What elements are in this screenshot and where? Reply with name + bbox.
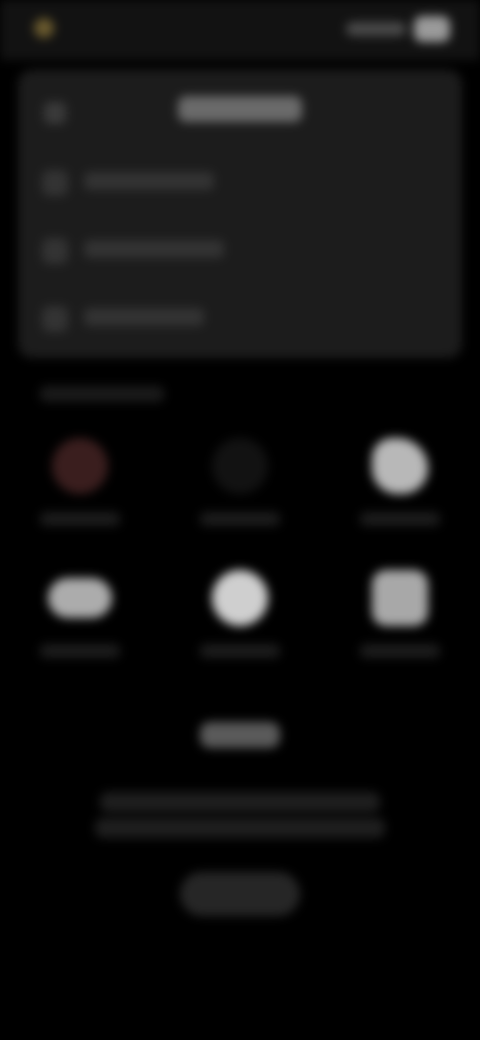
screen <box>0 0 480 1040</box>
dark-circle-icon <box>212 438 268 494</box>
list-icon <box>42 306 68 332</box>
bottom-button[interactable] <box>180 872 300 916</box>
battery-icon <box>414 16 450 42</box>
app-dot-icon <box>34 18 54 38</box>
settings-row-1[interactable] <box>18 154 462 214</box>
settings-row-2[interactable] <box>18 222 462 282</box>
back-icon[interactable] <box>44 102 66 124</box>
section-label <box>40 386 164 402</box>
signal-icon <box>346 22 406 36</box>
bottom-heading <box>200 722 280 748</box>
grid-item-label <box>40 512 120 526</box>
list-icon <box>42 170 68 196</box>
grid-item-label <box>360 644 440 658</box>
grid-item-1[interactable] <box>20 428 140 548</box>
grid-item-label <box>200 644 280 658</box>
bottom-text-line-1 <box>100 792 380 812</box>
grid-item-label <box>360 512 440 526</box>
grid-item-label <box>200 512 280 526</box>
grid-item-2[interactable] <box>180 428 300 548</box>
red-circle-icon <box>52 438 108 494</box>
settings-row-3[interactable] <box>18 290 462 350</box>
bottom-text-line-2 <box>95 818 385 838</box>
square-icon <box>372 570 428 626</box>
grid-item-6[interactable] <box>340 560 460 680</box>
grid-item-label <box>40 644 120 658</box>
grid-item-5[interactable] <box>180 560 300 680</box>
grid-item-4[interactable] <box>20 560 140 680</box>
settings-row-label <box>84 172 214 190</box>
settings-row-label <box>84 308 204 326</box>
page-title <box>178 96 302 122</box>
list-icon <box>42 238 68 264</box>
status-bar <box>0 0 480 60</box>
cloud-icon <box>48 578 112 618</box>
settings-card <box>18 70 462 358</box>
grid-item-3[interactable] <box>340 428 460 548</box>
status-right <box>346 16 450 42</box>
settings-row-label <box>84 240 224 258</box>
brush-icon <box>372 438 428 494</box>
sun-icon <box>212 570 268 626</box>
card-header <box>18 70 462 150</box>
status-left <box>34 18 64 38</box>
